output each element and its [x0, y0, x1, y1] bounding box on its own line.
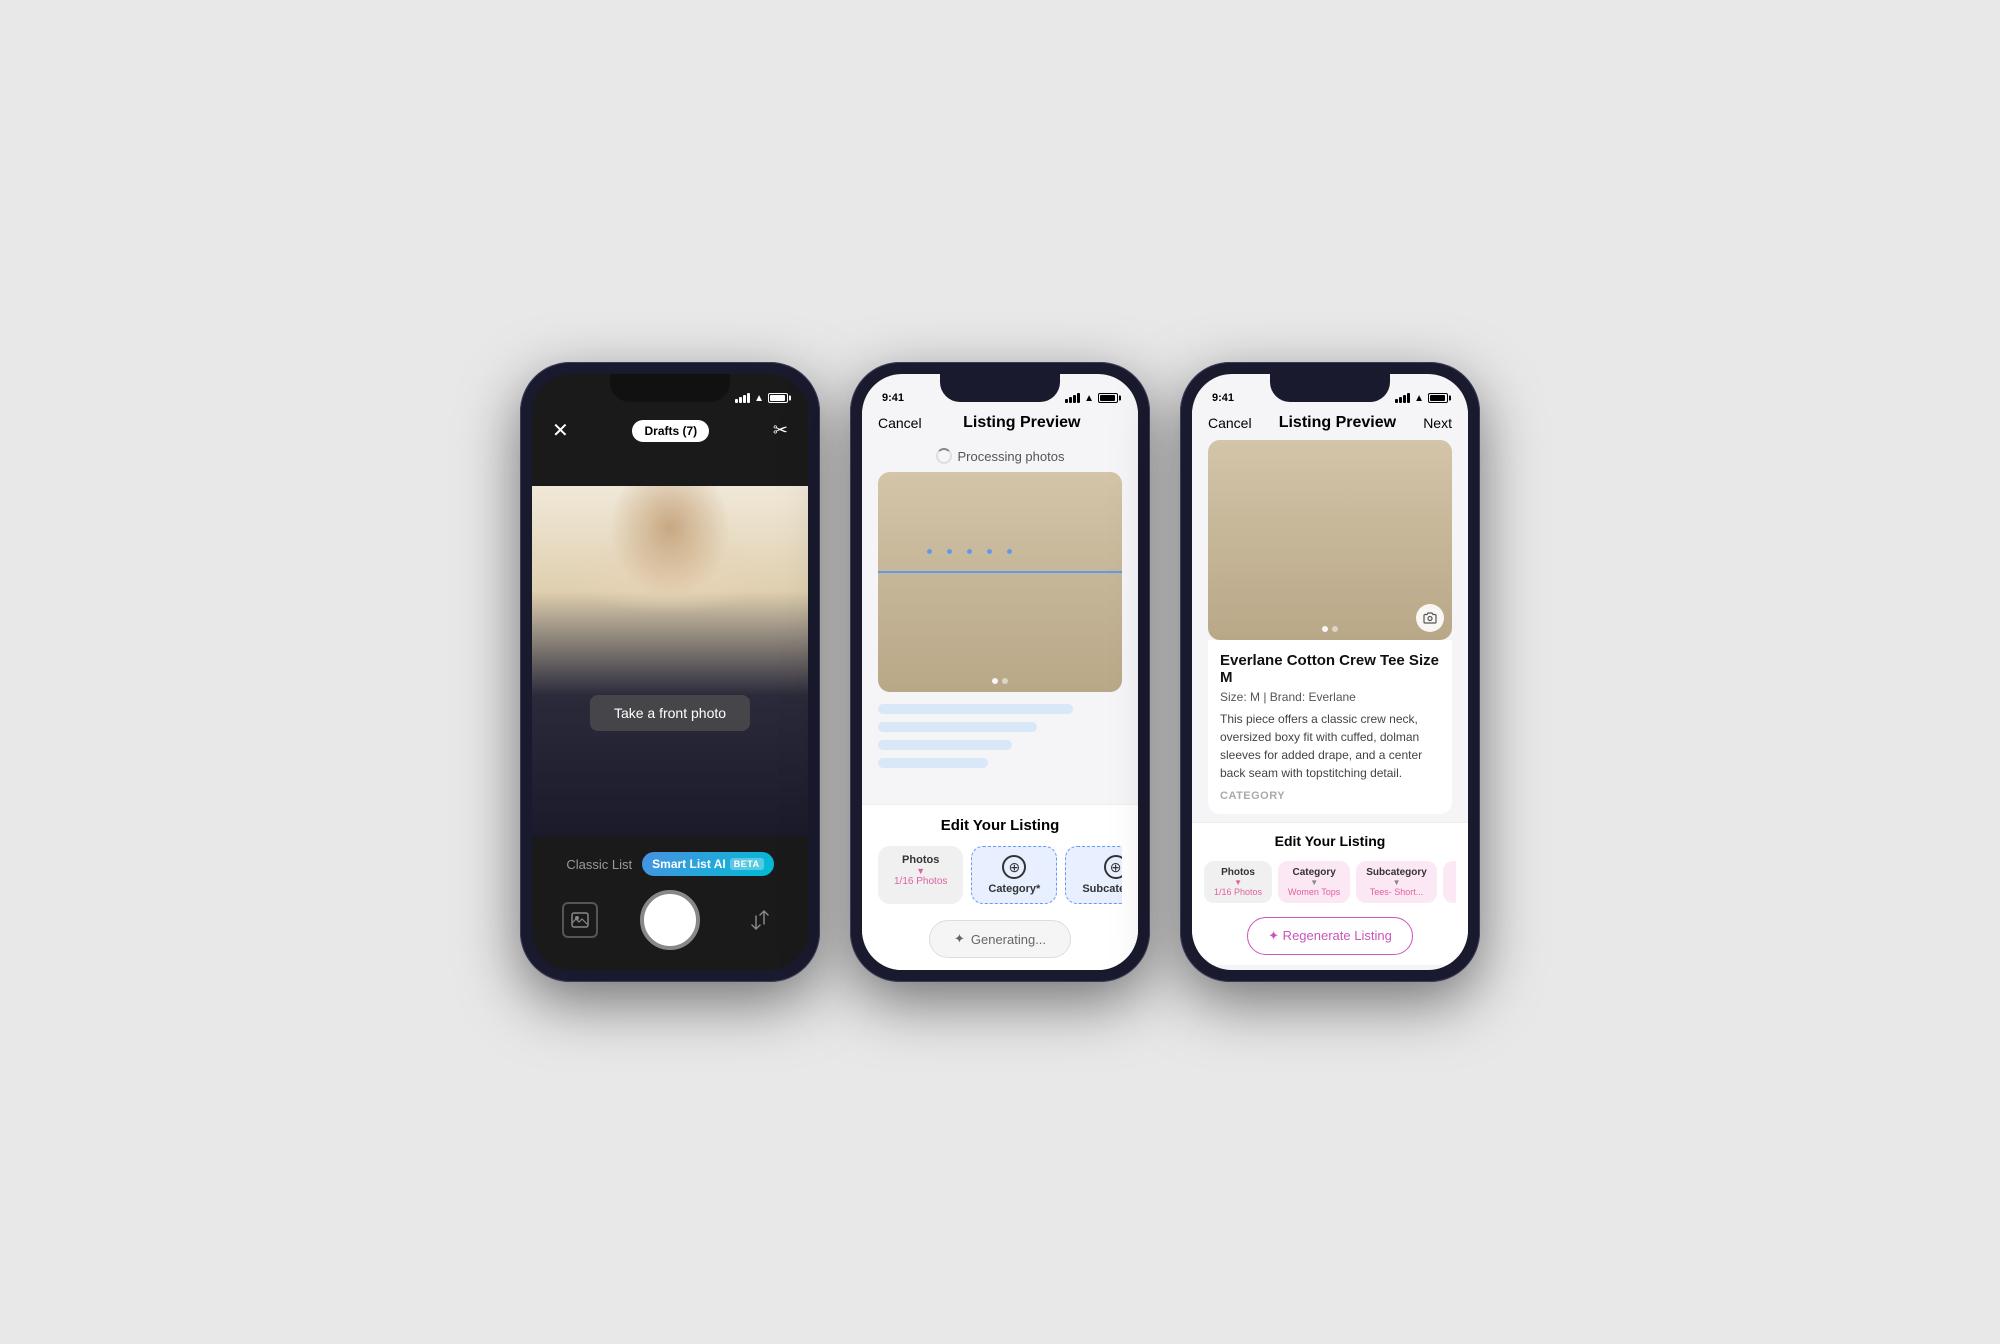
tab-category-value-3: Women Tops	[1288, 887, 1340, 897]
phones-container: ▲ ✕ Drafts (7) ✂ Take a front	[520, 362, 1480, 982]
phone-3-complete: 9:41 ▲	[1180, 362, 1480, 982]
sparkle-generating-icon: ✦	[954, 931, 965, 947]
tab-photos-value-3: 1/16 Photos	[1214, 887, 1262, 897]
edit-listing-title-3: Edit Your Listing	[1204, 833, 1456, 849]
status-right-3: ▲	[1395, 393, 1448, 404]
notch-3	[1270, 374, 1390, 402]
wifi-icon-3: ▲	[1414, 393, 1424, 404]
product-image-complete	[1208, 440, 1452, 640]
scan-line	[878, 571, 1122, 573]
listing-info-card: Everlane Cotton Crew Tee Size M Size: M …	[1208, 640, 1452, 814]
product-img-complete	[1208, 440, 1452, 640]
tab-category-label-3: Category	[1292, 867, 1335, 878]
flip-camera-icon[interactable]	[742, 902, 778, 938]
camera-header: ✕ Drafts (7) ✂	[532, 410, 808, 451]
close-button[interactable]: ✕	[552, 418, 569, 443]
tab-subcategory-value-3: Tees- Short...	[1370, 887, 1424, 897]
phone-1-camera: ▲ ✕ Drafts (7) ✂ Take a front	[520, 362, 820, 982]
processing-text: Processing photos	[958, 449, 1065, 464]
listing-mode-row: Classic List Smart List AI BETA	[566, 852, 773, 876]
battery-icon-1	[768, 393, 788, 403]
image-dots-3	[1322, 626, 1338, 632]
wifi-icon-1: ▲	[754, 393, 764, 404]
regenerate-button[interactable]: ✦ Regenerate Listing	[1247, 917, 1413, 955]
processing-banner: Processing photos	[862, 440, 1138, 472]
scissors-icon[interactable]: ✂	[773, 420, 788, 441]
generating-button[interactable]: ✦ Generating...	[929, 920, 1071, 958]
nav-bar-3: Cancel Listing Preview Next	[1192, 410, 1468, 440]
skeleton-2	[878, 722, 1037, 732]
nav-bar-2: Cancel Listing Preview	[862, 410, 1138, 440]
tab-photos-label-3: Photos	[1221, 867, 1255, 878]
product-image-processing	[878, 472, 1122, 692]
phone-2-processing: 9:41 ▲	[850, 362, 1150, 982]
tab-category-3[interactable]: Category ▼ Women Tops	[1278, 861, 1350, 903]
edit-listing-section-2: Edit Your Listing Photos ▼ 1/16 Photos	[862, 804, 1138, 970]
generating-label: Generating...	[971, 932, 1046, 947]
notch-1	[610, 374, 730, 402]
tab-category-2[interactable]: ⊕ Category*	[971, 846, 1057, 904]
signal-icon-2	[1065, 393, 1080, 403]
tab-subcategory-3[interactable]: Subcategory ▼ Tees- Short...	[1356, 861, 1437, 903]
drafts-badge[interactable]: Drafts (7)	[632, 420, 709, 442]
photo-prompt-label: Take a front photo	[590, 695, 750, 731]
camera-overlay-button[interactable]	[1416, 604, 1444, 632]
camera-screen: ▲ ✕ Drafts (7) ✂ Take a front	[532, 374, 808, 970]
notch-2	[940, 374, 1060, 402]
page-title-2: Listing Preview	[963, 414, 1080, 432]
tab-photos-sublabel-2: 1/16 Photos	[894, 876, 947, 887]
skeleton-4	[878, 758, 988, 768]
page-title-3: Listing Preview	[1279, 414, 1396, 432]
cancel-button-3[interactable]: Cancel	[1208, 415, 1252, 431]
spinner-icon	[936, 448, 952, 464]
scan-dots	[927, 549, 1012, 554]
tabs-row-2: Photos ▼ 1/16 Photos ⊕ Category*	[878, 846, 1122, 908]
next-button-3[interactable]: Next	[1423, 415, 1452, 431]
camera-viewfinder: Take a front photo	[532, 486, 808, 836]
tab-brand-3[interactable]: Br ▼ Ev...	[1443, 861, 1456, 903]
status-right-2: ▲	[1065, 393, 1118, 404]
tab-subcategory-label-2: Subcategory	[1082, 883, 1122, 895]
signal-icon-1	[735, 393, 750, 403]
beta-tag: BETA	[730, 858, 764, 870]
classic-list-label: Classic List	[566, 857, 632, 872]
battery-icon-2	[1098, 393, 1118, 403]
edit-listing-title-2: Edit Your Listing	[878, 817, 1122, 834]
wifi-icon-2: ▲	[1084, 393, 1094, 404]
listing-screen-processing: 9:41 ▲	[862, 374, 1138, 970]
gallery-icon[interactable]	[562, 902, 598, 938]
cancel-button-2[interactable]: Cancel	[878, 415, 922, 431]
skeleton-loader	[878, 704, 1122, 768]
listing-screen-complete: 9:41 ▲	[1192, 374, 1468, 970]
skeleton-1	[878, 704, 1073, 714]
tab-category-icon: ⊕	[1002, 855, 1026, 879]
image-dots	[992, 678, 1008, 684]
tab-subcategory-label-3: Subcategory	[1366, 867, 1427, 878]
tab-category-label-2: Category*	[988, 883, 1040, 895]
smart-list-badge[interactable]: Smart List AI BETA	[642, 852, 773, 876]
tabs-row-3: Photos ▼ 1/16 Photos Category ▼	[1204, 861, 1456, 907]
tab-photos-label-2: Photos	[902, 854, 939, 866]
category-section-label: CATEGORY	[1220, 790, 1440, 802]
skeleton-3	[878, 740, 1012, 750]
product-img	[878, 472, 1122, 692]
shutter-button[interactable]	[640, 890, 700, 950]
listing-description: This piece offers a classic crew neck, o…	[1220, 710, 1440, 782]
listing-meta: Size: M | Brand: Everlane	[1220, 690, 1440, 704]
time-2: 9:41	[882, 392, 904, 404]
tab-subcategory-2[interactable]: ⊕ Subcategory	[1065, 846, 1122, 904]
time-3: 9:41	[1212, 392, 1234, 404]
edit-listing-section-3: Edit Your Listing Photos ▼ 1/16 Photos	[1192, 822, 1468, 965]
tab-subcategory-icon: ⊕	[1104, 855, 1122, 879]
tab-photos-2[interactable]: Photos ▼ 1/16 Photos	[878, 846, 963, 904]
camera-controls-row	[562, 890, 778, 950]
listing-name: Everlane Cotton Crew Tee Size M	[1220, 652, 1440, 686]
camera-bottom-controls: Classic List Smart List AI BETA	[532, 836, 808, 970]
tab-photos-3[interactable]: Photos ▼ 1/16 Photos	[1204, 861, 1272, 903]
battery-icon-3	[1428, 393, 1448, 403]
status-right-1: ▲	[735, 393, 788, 404]
signal-icon-3	[1395, 393, 1410, 403]
smart-list-label: Smart List AI	[652, 857, 726, 871]
